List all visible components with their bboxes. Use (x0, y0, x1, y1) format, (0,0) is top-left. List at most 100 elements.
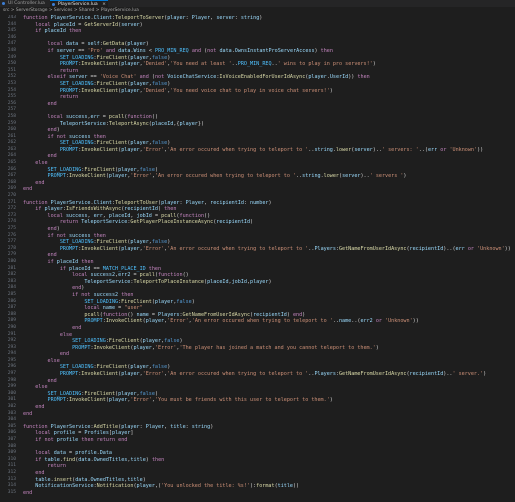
line-number: 248 (7, 47, 16, 53)
code-line[interactable]: 277 SET_LOADING:FireClient(player,false) (0, 239, 515, 246)
code-line[interactable]: 290 end (0, 325, 515, 332)
code-line[interactable]: 243 function PlayerService.Client:Telepor… (0, 15, 515, 22)
code-text: else (35, 160, 48, 167)
code-line[interactable]: 298 end (0, 378, 515, 385)
code-line[interactable]: 261 if not success then (0, 134, 515, 141)
code-line[interactable]: 306 local profile = Profiles[player] (0, 430, 515, 437)
code-line[interactable]: 269 end (0, 186, 515, 193)
code-line[interactable]: 251 return (0, 68, 515, 75)
code-line[interactable]: 273 local success, err, placeId, jobId =… (0, 213, 515, 220)
line-number: 265 (7, 160, 16, 166)
code-line[interactable]: 260 end) (0, 127, 515, 134)
editor-tab-bar: UI Controller.lua PlayerService.lua × (0, 0, 515, 7)
code-text: pcall(function() name = Players:GetNameF… (84, 311, 306, 318)
code-line[interactable]: 259 TeleportService:TeleportAsync(placeI… (0, 121, 515, 128)
line-number: 255 (7, 94, 16, 100)
code-line[interactable]: 297 PROMPT:InvokeClient(player,'Error','… (0, 371, 515, 378)
code-line[interactable]: 276 if not success then (0, 233, 515, 240)
line-number: 297 (7, 371, 16, 377)
code-line[interactable]: 307 if not profile then return end (0, 437, 515, 444)
code-line[interactable]: 268 end (0, 180, 515, 187)
code-line[interactable]: 303 end (0, 411, 515, 418)
code-line[interactable]: 281 if placeId == MATCH_PLACE_ID then (0, 266, 515, 273)
code-line[interactable]: 286 SET_LOADING:FireClient(player,false) (0, 299, 515, 306)
code-line[interactable]: 257 (0, 107, 515, 114)
code-line[interactable]: 249 SET_LOADING:FireClient(player,false) (0, 55, 515, 62)
code-line[interactable]: 279 end (0, 252, 515, 259)
line-number: 315 (7, 489, 16, 495)
code-line[interactable]: 315 end (0, 490, 515, 497)
code-text: if table.find(data.OwnedTitles,title) th… (35, 456, 165, 463)
code-line[interactable]: 310 if table.find(data.OwnedTitles,title… (0, 457, 515, 464)
code-line[interactable]: 304 (0, 417, 515, 424)
code-line[interactable]: 291 else (0, 332, 515, 339)
code-line[interactable]: 265 else (0, 160, 515, 167)
code-line[interactable]: 270 (0, 193, 515, 200)
code-line[interactable]: 294 end (0, 351, 515, 358)
code-line[interactable]: 313 table.insert(data.OwnedTitles,title) (0, 477, 515, 484)
code-text: SET_LOADING:FireClient(player,false) (59, 364, 171, 371)
code-line[interactable]: 288 pcall(function() name = Players:GetN… (0, 312, 515, 319)
code-text: local data = profile.Data (35, 450, 113, 457)
code-line[interactable]: 263 PROMPT:InvokeClient(player,'Error','… (0, 147, 515, 154)
code-line[interactable]: 301 PROMPT:InvokeClient(player,'Error','… (0, 397, 515, 404)
tab-ui-controller[interactable]: UI Controller.lua (0, 0, 50, 7)
tab-player-service[interactable]: PlayerService.lua × (50, 0, 108, 7)
line-number: 294 (7, 351, 16, 357)
code-line[interactable]: 262 SET_LOADING:FireClient(player,false) (0, 140, 515, 147)
code-line[interactable]: 247 local data = self:GetData(player) (0, 41, 515, 48)
line-number: 250 (7, 61, 16, 67)
code-text: function PlayerService.Client:TeleportTo… (23, 199, 272, 206)
code-text: end (35, 179, 45, 186)
code-line[interactable]: 280 if placeId then (0, 259, 515, 266)
code-line[interactable]: 278 PROMPT:InvokeClient(player,'Error','… (0, 246, 515, 253)
lua-file-icon (52, 3, 55, 6)
code-line[interactable]: 275 end) (0, 226, 515, 233)
code-line[interactable]: 246 (0, 35, 515, 42)
code-text: return (59, 94, 79, 101)
code-line[interactable]: 250 PROMPT:InvokeClient(player,'Denied',… (0, 61, 515, 68)
code-line[interactable]: 266 SET_LOADING:FireClient(player,false) (0, 167, 515, 174)
code-line[interactable]: 264 end (0, 153, 515, 160)
code-line[interactable]: 245 if placeId then (0, 28, 515, 35)
code-text: if not success2 then (72, 291, 134, 298)
code-line[interactable]: 271 function PlayerService.Client:Telepor… (0, 200, 515, 207)
code-line[interactable]: 252 elseif server == 'Voice Chat' and (n… (0, 74, 515, 81)
code-line[interactable]: 296 SET_LOADING:FireClient(player,false) (0, 364, 515, 371)
code-line[interactable]: 308 (0, 444, 515, 451)
code-line[interactable]: 314 NotificationService:Notification(pla… (0, 483, 515, 490)
line-number: 253 (7, 80, 16, 86)
code-line[interactable]: 309 local data = profile.Data (0, 450, 515, 457)
code-line[interactable]: 289 PROMPT:InvokeClient(player,'Error','… (0, 318, 515, 325)
code-editor[interactable]: 243 function PlayerService.Client:Telepor… (0, 15, 515, 502)
code-line[interactable]: 258 local success,err = pcall(function() (0, 114, 515, 121)
code-line[interactable]: 272 if player:IsFriendsWithAsync(recipie… (0, 206, 515, 213)
code-line[interactable]: 292 SET_LOADING:FireClient(player,false) (0, 338, 515, 345)
code-line[interactable]: 300 SET_LOADING:FireClient(player,false) (0, 391, 515, 398)
code-line[interactable]: 254 PROMPT:InvokeClient(player,'Denied',… (0, 88, 515, 95)
code-line[interactable]: 282 local success2,err2 = pcall(function… (0, 272, 515, 279)
code-line[interactable]: 311 return (0, 463, 515, 470)
code-line[interactable]: 287 local name = "user" (0, 305, 515, 312)
code-line[interactable]: 283 TeleportService:TeleportToPlaceInsta… (0, 279, 515, 286)
code-text: TeleportService:TeleportAsync(placeId,{p… (59, 120, 205, 127)
code-line[interactable]: 285 if not success2 then (0, 292, 515, 299)
code-line[interactable]: 293 PROMPT:InvokeClient(player,'Error','… (0, 345, 515, 352)
code-line[interactable]: 299 else (0, 384, 515, 391)
line-number: 260 (7, 127, 16, 133)
breadcrumb[interactable]: src > ServerStorage > Services > Shared … (0, 7, 515, 14)
line-number: 285 (7, 291, 16, 297)
code-line[interactable]: 244 local placeId = GetServerId(server) (0, 22, 515, 29)
code-line[interactable]: 284 end) (0, 285, 515, 292)
code-line[interactable]: 256 end (0, 101, 515, 108)
code-line[interactable]: 302 end (0, 404, 515, 411)
line-number: 292 (7, 338, 16, 344)
code-line[interactable]: 248 if server == 'Pro' and data.Wins < P… (0, 48, 515, 55)
code-line[interactable]: 253 SET_LOADING:FireClient(player,false) (0, 81, 515, 88)
code-line[interactable]: 255 return (0, 94, 515, 101)
code-line[interactable]: 305 function PlayerService:AddTitle(playe… (0, 424, 515, 431)
code-line[interactable]: 295 else (0, 358, 515, 365)
code-line[interactable]: 312 end (0, 470, 515, 477)
code-line[interactable]: 267 PROMPT:InvokeClient(player,'Error','… (0, 173, 515, 180)
code-line[interactable]: 274 return TeleportService:GetPlayerPlac… (0, 219, 515, 226)
